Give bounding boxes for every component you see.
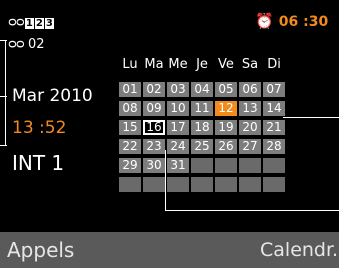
calendar-day[interactable]: 22	[119, 139, 141, 154]
current-time: 13 :52	[12, 118, 67, 138]
voicemail-line2: ᴑᴑ 02	[8, 37, 44, 53]
internal-line-name: INT 1	[12, 151, 65, 175]
alarm-time: 06 :30	[278, 14, 329, 30]
calendar-day[interactable]: 09	[143, 101, 165, 116]
voicemail-icon: ᴑᴑ	[8, 15, 25, 30]
calendar-empty-cell	[239, 177, 261, 192]
calendar-empty-cell	[143, 177, 165, 192]
calendar-day[interactable]: 28	[263, 139, 285, 154]
calendar-day[interactable]: 13	[239, 101, 261, 116]
calendar-day[interactable]: 30	[143, 158, 165, 173]
calendar-empty-cell	[263, 177, 285, 192]
voicemail-count: 02	[27, 37, 45, 52]
calendar-empty-cell	[167, 177, 189, 192]
calendar-empty-cell	[215, 158, 237, 173]
callout-line	[165, 150, 166, 211]
calendar-day[interactable]: 18	[191, 120, 213, 135]
weekday-header: Ve	[218, 57, 234, 72]
weekday-header: Me	[168, 57, 188, 72]
calendar-day[interactable]: 02	[143, 82, 165, 97]
calendar-day-today[interactable]: 12	[215, 101, 237, 116]
calendar-day[interactable]: 05	[215, 82, 237, 97]
weekday-header: Di	[267, 57, 281, 72]
badge-1: 1	[24, 18, 34, 29]
calendar-day[interactable]: 01	[119, 82, 141, 97]
calendar-day[interactable]: 21	[263, 120, 285, 135]
calendar-empty-cell	[191, 158, 213, 173]
badge-2: 2	[34, 18, 44, 29]
weekday-header: Lu	[122, 57, 138, 72]
weekday-header: Sa	[241, 57, 259, 72]
calendar-empty-cell	[239, 158, 261, 173]
calendar-day[interactable]: 26	[215, 139, 237, 154]
calendar-empty-cell	[215, 177, 237, 192]
calendar-day[interactable]: 27	[239, 139, 261, 154]
phone-display: ᴑᴑ 1 2 3 ᴑᴑ 02 ⏰ 06 :30 Mar 2010 13 :52 INT…	[0, 0, 339, 268]
callout-line	[165, 210, 339, 211]
voicemail-icon: ᴑᴑ	[8, 37, 25, 52]
calendar-day[interactable]: 17	[167, 120, 189, 135]
softkey-calendar[interactable]: Calendr.	[260, 232, 338, 268]
calendar-day[interactable]: 07	[263, 82, 285, 97]
calendar-day[interactable]: 06	[239, 82, 261, 97]
calendar-day[interactable]: 25	[191, 139, 213, 154]
calendar-empty-cell	[191, 177, 213, 192]
calendar-day-selected[interactable]: 16	[143, 120, 165, 135]
callout-line	[5, 40, 6, 146]
calendar-day[interactable]: 31	[167, 158, 189, 173]
alarm-clock-icon: ⏰	[255, 12, 274, 30]
calendar-day[interactable]: 08	[119, 101, 141, 116]
softkey-calls[interactable]: Appels	[7, 232, 74, 268]
month-year: Mar 2010	[12, 86, 93, 106]
calendar-day[interactable]: 11	[191, 101, 213, 116]
calendar-day[interactable]: 04	[191, 82, 213, 97]
calendar-day[interactable]: 14	[263, 101, 285, 116]
calendar-day[interactable]: 15	[119, 120, 141, 135]
alarm-status: ⏰ 06 :30	[255, 11, 328, 30]
calendar-day[interactable]: 19	[215, 120, 237, 135]
calendar-day[interactable]: 23	[143, 139, 165, 154]
badge-3: 3	[44, 18, 54, 29]
calendar-day[interactable]: 03	[167, 82, 189, 97]
callout-line	[283, 117, 339, 118]
weekday-header: Je	[196, 57, 208, 72]
calendar-day[interactable]: 29	[119, 158, 141, 173]
softkey-bar: Appels Calendr.	[0, 232, 339, 268]
calendar-day[interactable]: 24	[167, 139, 189, 154]
calendar-empty-cell	[119, 177, 141, 192]
weekday-header: Ma	[144, 57, 164, 72]
calendar-empty-cell	[263, 158, 285, 173]
voicemail-status: ᴑᴑ 1 2 3	[8, 11, 54, 31]
calendar-day[interactable]: 20	[239, 120, 261, 135]
calendar-day[interactable]: 10	[167, 101, 189, 116]
